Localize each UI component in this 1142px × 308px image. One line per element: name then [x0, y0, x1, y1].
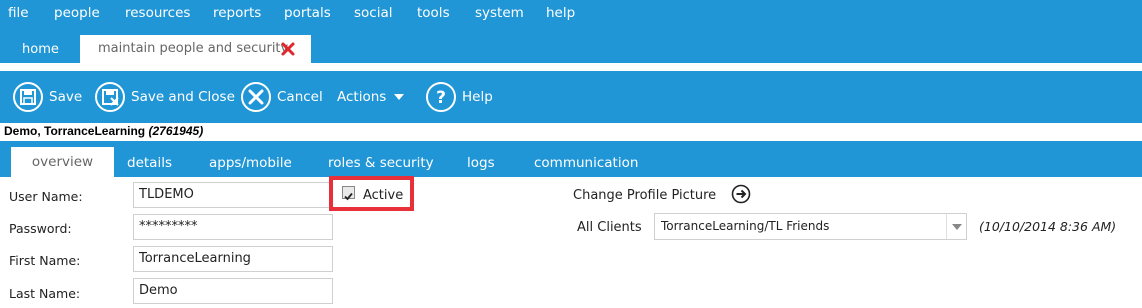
chevron-down-icon [394, 94, 405, 100]
menu-file[interactable]: file [8, 5, 29, 21]
menu-tools[interactable]: tools [417, 5, 450, 21]
checkmark-icon [344, 192, 353, 201]
tab-communication[interactable]: communication [534, 155, 638, 171]
save-label: Save [49, 89, 83, 105]
username-label: User Name: [9, 189, 83, 204]
section-tabs: overview details apps/mobile roles & sec… [0, 141, 1142, 177]
person-id: (2761945) [148, 124, 204, 138]
help-icon: ? [426, 82, 456, 112]
active-label: Active [363, 188, 404, 203]
tab-logs[interactable]: logs [467, 155, 495, 171]
cancel-icon [241, 82, 271, 112]
username-field[interactable]: TLDEMO [133, 182, 333, 208]
save-icon [13, 82, 43, 112]
menu-resources[interactable]: resources [125, 5, 190, 21]
tab-home[interactable]: home [6, 37, 75, 63]
password-field[interactable]: ********* [133, 214, 333, 240]
save-button[interactable]: Save [12, 79, 82, 115]
change-profile-picture-label: Change Profile Picture [573, 188, 717, 203]
actions-label: Actions [337, 89, 387, 105]
cancel-button[interactable]: Cancel [240, 79, 323, 115]
all-clients-label: All Clients [577, 220, 642, 235]
tab-details[interactable]: details [127, 155, 172, 171]
svg-text:?: ? [436, 88, 446, 108]
lastname-label: Last Name: [9, 286, 81, 301]
timestamp: (10/10/2014 8:36 AM) [979, 219, 1117, 234]
menu-social[interactable]: social [354, 5, 393, 21]
cancel-label: Cancel [277, 89, 323, 105]
active-checkbox[interactable] [342, 186, 355, 201]
document-tabs: home maintain people and security [0, 30, 1142, 63]
person-name: Demo, TorranceLearning [4, 124, 146, 138]
top-menu-bar: file people resources reports portals so… [0, 0, 1142, 30]
tab-apps-mobile[interactable]: apps/mobile [209, 155, 292, 171]
tab-maintain-label: maintain people and security [98, 41, 289, 56]
page-title: Demo, TorranceLearning (2761945) [4, 124, 203, 138]
close-icon[interactable] [280, 41, 296, 57]
password-label: Password: [9, 221, 72, 236]
divider [0, 63, 1142, 71]
lastname-field[interactable]: Demo [133, 278, 333, 304]
help-button[interactable]: ? Help [425, 79, 493, 115]
actions-dropdown[interactable]: Actions [337, 79, 405, 115]
menu-portals[interactable]: portals [284, 5, 331, 21]
firstname-field[interactable]: TorranceLearning [133, 246, 333, 272]
menu-reports[interactable]: reports [213, 5, 261, 21]
toolbar: Save Save and Close Cancel Actions ? Hel… [0, 71, 1142, 123]
save-and-close-button[interactable]: Save and Close [94, 79, 235, 115]
chevron-down-icon [946, 214, 966, 239]
help-label: Help [462, 89, 493, 105]
save-close-icon [95, 82, 125, 112]
menu-help[interactable]: help [546, 5, 575, 21]
firstname-label: First Name: [9, 253, 81, 268]
tab-maintain-people[interactable]: maintain people and security [80, 35, 311, 63]
tab-overview[interactable]: overview [11, 147, 114, 177]
save-and-close-label: Save and Close [131, 89, 235, 105]
menu-people[interactable]: people [54, 5, 100, 21]
clients-select[interactable]: TorranceLearning/TL Friends [654, 213, 967, 240]
menu-system[interactable]: system [475, 5, 524, 21]
clients-select-value: TorranceLearning/TL Friends [661, 219, 830, 233]
tab-roles-security[interactable]: roles & security [328, 155, 434, 171]
arrow-right-icon[interactable] [731, 184, 751, 204]
